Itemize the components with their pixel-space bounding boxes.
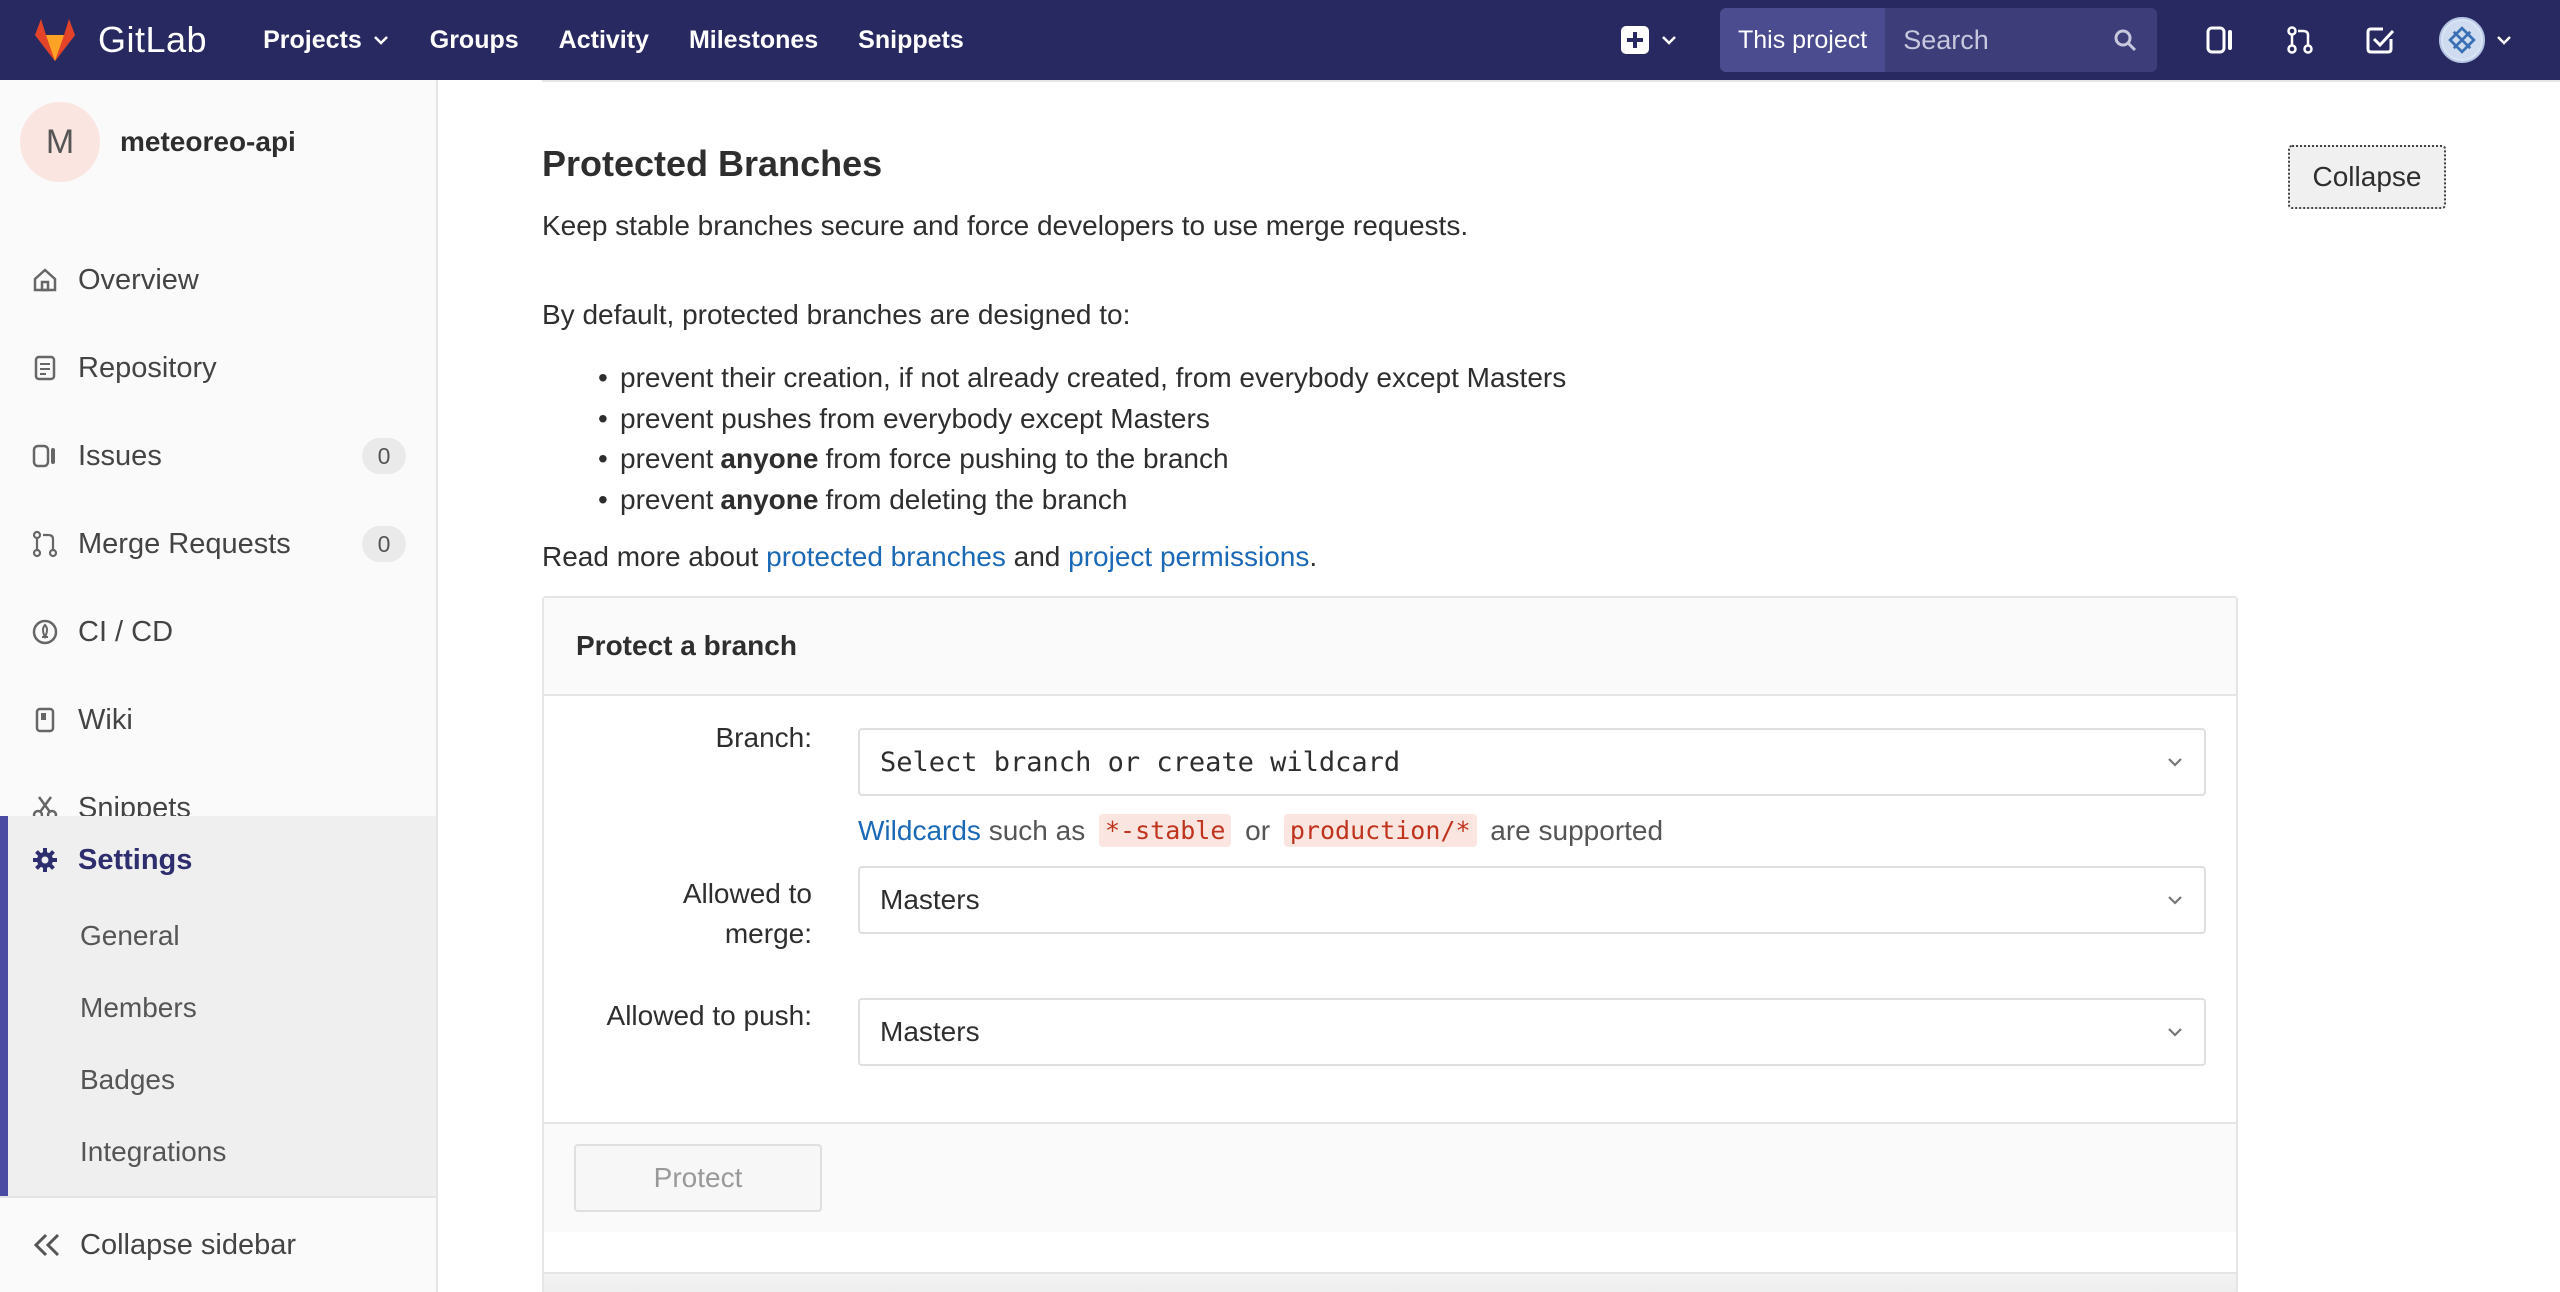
- allowed-to-merge-label: Allowed to merge:: [682, 878, 812, 949]
- allowed-to-push-select[interactable]: Masters: [858, 998, 2206, 1066]
- nav-groups[interactable]: Groups: [430, 26, 519, 55]
- chevron-down-icon: [2168, 758, 2182, 767]
- nav-snippets[interactable]: Snippets: [858, 26, 964, 55]
- wildcard-hint: Wildcards such as *-stable or production…: [858, 814, 1664, 847]
- settings-integrations-link[interactable]: Integrations: [80, 1136, 226, 1168]
- collapse-sidebar-button[interactable]: Collapse sidebar: [0, 1196, 436, 1292]
- project-permissions-link[interactable]: project permissions: [1068, 541, 1309, 572]
- code-example: production/*: [1283, 814, 1477, 847]
- issues-nav-icon[interactable]: [2203, 23, 2237, 57]
- todos-nav-icon[interactable]: [2363, 23, 2397, 57]
- branch-select[interactable]: Select branch or create wildcard: [858, 728, 2206, 796]
- user-avatar: [2439, 17, 2486, 63]
- chevron-down-icon: [2168, 896, 2182, 905]
- merge-requests-count-badge: 0: [362, 526, 406, 562]
- sidebar-item-label: Overview: [78, 263, 199, 296]
- new-item-dropdown[interactable]: [1620, 25, 1678, 55]
- nav-activity[interactable]: Activity: [559, 26, 649, 55]
- protection-rules-list: prevent their creation, if not already c…: [620, 358, 1566, 520]
- sidebar-item-wiki[interactable]: Wiki: [0, 676, 436, 764]
- home-icon: [30, 265, 60, 295]
- read-more-text: Read more about protected branches and p…: [542, 541, 1318, 572]
- allowed-to-push-label: Allowed to push:: [606, 1000, 812, 1031]
- settings-badges-link[interactable]: Badges: [80, 1064, 175, 1096]
- branch-label: Branch:: [715, 722, 813, 753]
- collapse-button[interactable]: Collapse: [2288, 145, 2446, 209]
- allowed-to-push-value: Masters: [880, 1016, 980, 1047]
- chevron-down-icon: [373, 36, 388, 45]
- sidebar-item-label: Merge Requests: [78, 527, 291, 560]
- default-lead-text: By default, protected branches are desig…: [542, 299, 1131, 330]
- merge-request-icon: [30, 529, 60, 559]
- top-navbar: GitLab Projects Groups Activity Mileston…: [0, 0, 2560, 80]
- section-description: Keep stable branches secure and force de…: [542, 210, 1469, 241]
- protect-branch-panel: Protect a branch Branch: Select branch o…: [542, 596, 2238, 1292]
- next-panel-edge: [542, 1272, 2238, 1292]
- search-scope-badge[interactable]: This project: [1720, 8, 1886, 72]
- settings-general-link[interactable]: General: [80, 920, 180, 952]
- sidebar-item-label: CI / CD: [78, 615, 174, 648]
- gitlab-home-link[interactable]: GitLab: [30, 15, 207, 65]
- project-name: meteoreo-api: [120, 126, 296, 157]
- issues-icon: [2206, 26, 2233, 54]
- sidebar-item-label: Issues: [78, 439, 162, 472]
- sidebar-item-settings[interactable]: Settings: [8, 816, 436, 904]
- list-item: preventanyonefrom force pushing to the b…: [620, 439, 1566, 480]
- protected-branches-link[interactable]: protected branches: [766, 541, 1006, 572]
- code-example: *-stable: [1098, 814, 1232, 847]
- user-menu-dropdown[interactable]: [2439, 17, 2513, 63]
- repository-icon: [30, 353, 60, 383]
- nav-projects-label: Projects: [263, 25, 362, 54]
- search-input[interactable]: [1903, 24, 2104, 56]
- branch-select-placeholder: Select branch or create wildcard: [880, 746, 1401, 778]
- panel-footer: Protect: [544, 1122, 2236, 1232]
- nav-projects-dropdown[interactable]: Projects: [263, 26, 390, 55]
- merge-request-icon: [2287, 26, 2313, 54]
- project-sidebar: M meteoreo-api Overview Repository Issue…: [0, 80, 438, 1292]
- panel-heading: Protect a branch: [544, 598, 2236, 696]
- nav-milestones[interactable]: Milestones: [689, 26, 818, 55]
- collapse-sidebar-label: Collapse sidebar: [80, 1228, 297, 1261]
- allowed-to-merge-value: Masters: [880, 884, 980, 915]
- project-avatar: M: [20, 102, 100, 182]
- sidebar-item-label: Wiki: [78, 703, 133, 736]
- list-item: preventanyonefrom deleting the branch: [620, 480, 1566, 521]
- allowed-to-merge-select[interactable]: Masters: [858, 866, 2206, 934]
- gear-icon: [30, 845, 60, 875]
- project-header[interactable]: M meteoreo-api: [0, 80, 436, 204]
- search-icon[interactable]: [2113, 28, 2137, 52]
- sidebar-item-repository[interactable]: Repository: [0, 324, 436, 412]
- issues-icon: [30, 441, 60, 471]
- section-title: Protected Branches: [542, 143, 883, 184]
- book-icon: [30, 705, 60, 735]
- list-item: prevent pushes from everybody except Mas…: [620, 399, 1566, 440]
- sidebar-item-issues[interactable]: Issues 0: [0, 412, 436, 500]
- todo-check-icon: [2366, 27, 2395, 54]
- rocket-icon: [30, 617, 60, 647]
- main-content: Protected Branches Collapse Keep stable …: [440, 80, 2560, 1292]
- gitlab-logo-icon: [35, 19, 75, 61]
- settings-section: Settings General Members Badges Integrat…: [0, 816, 436, 1196]
- sidebar-item-ci-cd[interactable]: CI / CD: [0, 588, 436, 676]
- merge-requests-nav-icon[interactable]: [2283, 23, 2317, 57]
- chevron-down-icon: [2497, 36, 2512, 45]
- brand-name: GitLab: [98, 19, 208, 60]
- search-box: This project: [1720, 8, 2158, 72]
- sidebar-item-merge-requests[interactable]: Merge Requests 0: [0, 500, 436, 588]
- issues-count-badge: 0: [362, 438, 406, 474]
- sidebar-item-overview[interactable]: Overview: [0, 236, 436, 324]
- list-item: prevent their creation, if not already c…: [620, 358, 1566, 399]
- chevron-down-icon: [2168, 1028, 2182, 1037]
- sidebar-item-label: Repository: [78, 351, 217, 384]
- chevron-down-icon: [1662, 36, 1676, 45]
- double-chevron-left-icon: [32, 1230, 66, 1260]
- plus-square-icon: [1621, 26, 1649, 54]
- protect-button[interactable]: Protect: [574, 1144, 822, 1212]
- divider: [542, 80, 2560, 82]
- wildcards-link[interactable]: Wildcards: [858, 815, 981, 847]
- settings-members-link[interactable]: Members: [80, 992, 197, 1024]
- settings-label: Settings: [78, 843, 193, 876]
